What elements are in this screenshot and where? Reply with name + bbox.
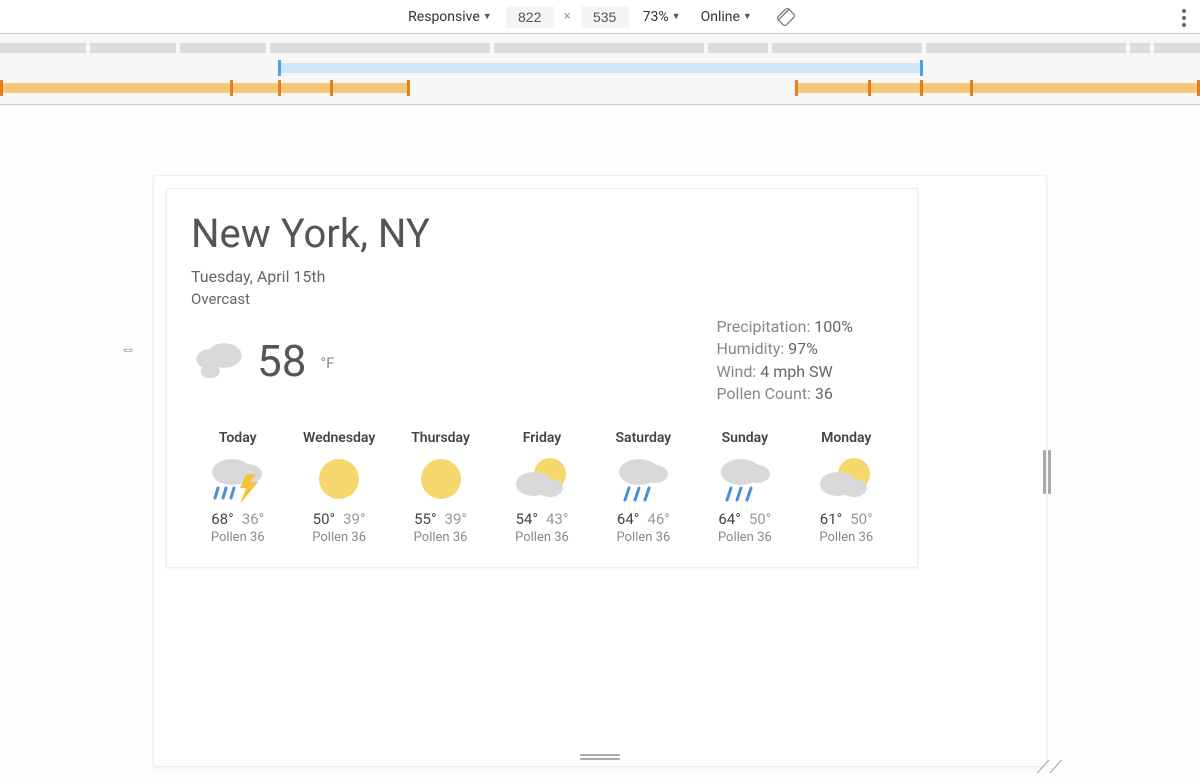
forecast-day: Saturday 64°46° Pollen 36	[597, 430, 690, 545]
weather-stats: Precipitation: 100% Humidity: 97% Wind: …	[716, 316, 893, 406]
day-temps: 55°39°	[394, 510, 487, 528]
resize-handle-corner-icon[interactable]: ⟋⟋	[1037, 757, 1062, 778]
day-name: Wednesday	[292, 430, 385, 446]
day-pollen: Pollen 36	[394, 530, 487, 545]
forecast-day: Wednesday 50°39° Pollen 36	[292, 430, 385, 545]
condition-label: Overcast	[191, 290, 893, 308]
storm-icon	[191, 452, 284, 506]
rotate-icon[interactable]	[774, 5, 798, 29]
dropdown-icon: ▼	[672, 11, 681, 22]
scroll-indicator-icon[interactable]	[1043, 450, 1051, 494]
day-temps: 54°43°	[495, 510, 588, 528]
day-pollen: Pollen 36	[495, 530, 588, 545]
rain-icon	[698, 452, 791, 506]
sunny-icon	[292, 452, 385, 506]
dropdown-icon: ▼	[743, 11, 752, 22]
resize-handle-bottom-icon[interactable]	[580, 754, 620, 760]
wind-value: 4 mph SW	[760, 362, 832, 381]
forecast-day: Monday 61°50° Pollen 36	[800, 430, 893, 545]
throttle-label: Online	[701, 9, 740, 25]
pollen-label: Pollen Count:	[716, 384, 811, 403]
weather-card: New York, NY Tuesday, April 15th Overcas…	[166, 188, 918, 568]
day-temps: 64°46°	[597, 510, 690, 528]
wind-label: Wind:	[716, 362, 756, 381]
date-line: Tuesday, April 15th	[191, 267, 893, 286]
sunny-icon	[394, 452, 487, 506]
precip-label: Precipitation:	[716, 317, 810, 336]
precip-value: 100%	[814, 317, 853, 336]
zoom-select[interactable]: 73% ▼	[637, 7, 687, 27]
cloud-icon	[191, 336, 247, 386]
resize-handle-left-icon[interactable]: ⇔	[120, 339, 136, 359]
day-pollen: Pollen 36	[292, 530, 385, 545]
day-pollen: Pollen 36	[597, 530, 690, 545]
humidity-label: Humidity:	[716, 339, 784, 358]
day-name: Sunday	[698, 430, 791, 446]
day-name: Saturday	[597, 430, 690, 446]
current-temp: 58	[257, 335, 306, 387]
breakpoint-row-orange	[0, 80, 1200, 96]
day-name: Friday	[495, 430, 588, 446]
device-mode-label: Responsive	[408, 9, 480, 25]
device-toolbar: Responsive ▼ × 73% ▼ Online ▼	[0, 0, 1200, 34]
day-temps: 68°36°	[191, 510, 284, 528]
pollen-value: 36	[815, 384, 833, 403]
device-stage: ⇔ New York, NY Tuesday, April 15th Overc…	[0, 105, 1200, 782]
day-pollen: Pollen 36	[698, 530, 791, 545]
breakpoint-ruler[interactable]	[0, 34, 1200, 105]
dropdown-icon: ▼	[483, 11, 492, 22]
device-frame: New York, NY Tuesday, April 15th Overcas…	[153, 175, 1047, 767]
forecast-row: Today 68°36° Pollen 36 Wednesday 50°39° Pol…	[191, 430, 893, 545]
forecast-day: Friday 54°43° Pollen 36	[495, 430, 588, 545]
temp-unit: °F	[320, 354, 334, 372]
forecast-day: Sunday 64°50° Pollen 36	[698, 430, 791, 545]
viewport-width-input[interactable]	[506, 6, 554, 28]
partly-sunny-icon	[800, 452, 893, 506]
day-name: Today	[191, 430, 284, 446]
partly-sunny-icon	[495, 452, 588, 506]
device-mode-select[interactable]: Responsive ▼	[402, 7, 498, 27]
location-title: New York, NY	[191, 211, 893, 257]
forecast-day: Thursday 55°39° Pollen 36	[394, 430, 487, 545]
day-pollen: Pollen 36	[800, 530, 893, 545]
humidity-value: 97%	[788, 339, 818, 358]
breakpoint-row-blue	[0, 60, 1200, 76]
day-temps: 64°50°	[698, 510, 791, 528]
day-temps: 61°50°	[800, 510, 893, 528]
breakpoint-row-grey	[0, 40, 1200, 56]
day-name: Monday	[800, 430, 893, 446]
rain-icon	[597, 452, 690, 506]
zoom-label: 73%	[643, 9, 669, 25]
more-options-icon[interactable]	[1178, 5, 1190, 31]
day-temps: 50°39°	[292, 510, 385, 528]
forecast-day: Today 68°36° Pollen 36	[191, 430, 284, 545]
dimension-separator: ×	[562, 9, 573, 24]
day-name: Thursday	[394, 430, 487, 446]
day-pollen: Pollen 36	[191, 530, 284, 545]
throttle-select[interactable]: Online ▼	[695, 7, 758, 27]
viewport-height-input[interactable]	[581, 6, 629, 28]
